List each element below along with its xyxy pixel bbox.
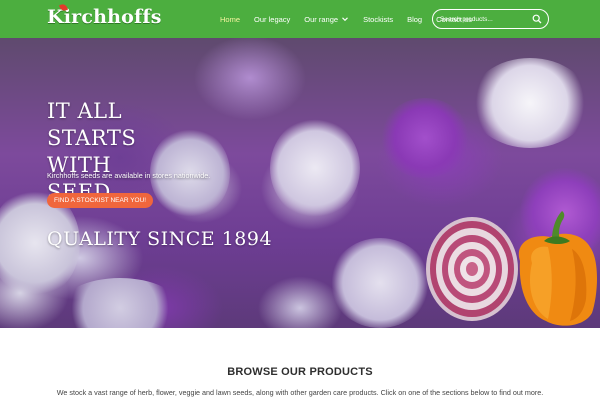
nav-item-our-legacy[interactable]: Our legacy: [254, 15, 290, 24]
nav-item-our-range[interactable]: Our range: [304, 15, 349, 24]
logo[interactable]: Kirchhoffs: [47, 3, 162, 32]
nav-item-our-range-label: Our range: [304, 14, 339, 24]
flower-cluster: [470, 58, 590, 148]
flower-cluster: [60, 278, 180, 328]
hero-heading: It all starts with seed: [47, 99, 137, 204]
flower-cluster: [330, 238, 430, 328]
hero-banner: It all starts with seed Kirchhoffs seeds…: [0, 38, 600, 328]
flower-cluster: [380, 98, 470, 178]
chevron-down-icon: [342, 17, 348, 22]
search-icon[interactable]: [532, 14, 542, 24]
hero-tagline: Quality since 1894: [47, 228, 273, 250]
browse-products-title: BROWSE OUR PRODUCTS: [227, 366, 373, 378]
find-stockist-button[interactable]: FIND A STOCKIST NEAR YOU!: [47, 193, 154, 208]
flower-cluster: [270, 118, 360, 218]
nav-item-stockists[interactable]: Stockists: [363, 15, 393, 24]
nav-item-home[interactable]: Home: [220, 15, 240, 24]
hero-subtext: Kirchhoffs seeds are available in stores…: [47, 171, 211, 180]
site-header: Kirchhoffs Home Our legacy Our range Sto…: [0, 0, 600, 38]
search-box: [432, 9, 549, 29]
browse-products-description: We stock a vast range of herb, flower, v…: [56, 388, 544, 397]
search-input[interactable]: [440, 15, 532, 23]
nav-item-blog[interactable]: Blog: [407, 15, 422, 24]
onion-and-pepper-image: [426, 211, 597, 326]
